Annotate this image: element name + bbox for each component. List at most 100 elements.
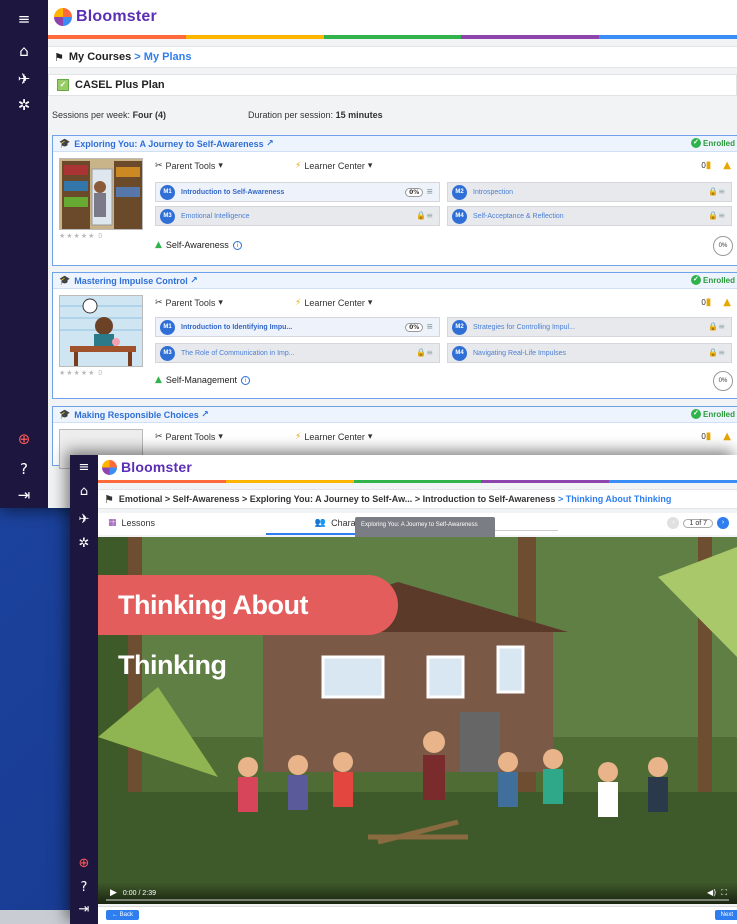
graduation-cap-icon: 🎓 (59, 409, 71, 420)
course-thumbnail (59, 158, 143, 230)
plans-window: ≡ ⌂ ✈ ✲ ⊕ ? ⇥ Bloomster ⚑ My Courses > M… (0, 0, 737, 508)
page-indicator: 1 of 7 (683, 518, 713, 528)
video-controls: ▶ 0:00 / 2:39 ◀) ⛶ (98, 882, 737, 904)
module-item[interactable]: M3 Emotional Intelligence 🔒≡ (155, 206, 440, 226)
color-strip (98, 480, 737, 483)
logo-icon (102, 459, 117, 475)
fullscreen-icon[interactable]: ⛶ (721, 888, 727, 897)
tools-icon: ✂ (155, 160, 163, 171)
upgrade-icon[interactable]: ⊕ (0, 430, 48, 448)
color-strip (48, 35, 737, 39)
menu-icon[interactable]: ≡ (70, 459, 98, 477)
course-title[interactable]: Exploring You: A Journey to Self-Awarene… (74, 139, 263, 149)
plan-header: ✓ CASEL Plus Plan (48, 74, 737, 96)
next-page-button[interactable]: › (717, 517, 729, 529)
rocket-icon[interactable]: ✈ (0, 70, 48, 88)
course-title[interactable]: Making Responsible Choices (74, 410, 199, 420)
enrolled-badge: ✓ Enrolled (690, 138, 735, 148)
info-icon[interactable]: i (232, 240, 242, 250)
course-title[interactable]: Mastering Impulse Control (74, 276, 188, 286)
module-item[interactable]: M2 Introspection 🔒≡ (447, 182, 732, 202)
check-icon: ✓ (690, 275, 701, 285)
check-icon: ✓ (690, 409, 701, 419)
badge-count[interactable]: 0▮ (701, 297, 711, 308)
lesson-nav: ← Back Next (98, 906, 737, 924)
module-item[interactable]: M1 Introduction to Self-Awareness 0% ≡ (155, 182, 440, 202)
top-bar: Bloomster (48, 0, 737, 38)
help-icon[interactable]: ? (0, 460, 48, 478)
award-icon[interactable]: ▲ (723, 297, 731, 308)
tools-icon: ✂ (155, 431, 163, 442)
back-button[interactable]: ← Back (106, 910, 140, 920)
parent-tools-menu[interactable]: ✂ Parent Tools ▾ (155, 431, 223, 442)
app-logo[interactable]: Bloomster (102, 459, 192, 475)
menu-icon[interactable]: ≡ (0, 10, 48, 28)
prev-page-button[interactable]: ‹ (667, 517, 680, 529)
module-item[interactable]: M1 Introduction to Identifying Impu... 0% ≡ (155, 317, 440, 337)
module-item[interactable]: M3 The Role of Communication in Imp... 🔒≡ (155, 343, 440, 363)
tools-icon: ✂ (155, 297, 163, 308)
breadcrumb-item[interactable]: Self-Awareness (173, 494, 240, 504)
next-button[interactable]: Next (714, 910, 737, 920)
award-icon[interactable]: ▲ (723, 160, 731, 171)
logout-icon[interactable]: ⇥ (70, 901, 98, 919)
home-icon[interactable]: ⌂ (0, 42, 48, 60)
module-item[interactable]: M4 Navigating Real-Life Impulses 🔒≡ (447, 343, 732, 363)
video-progress-bar[interactable] (106, 899, 729, 901)
rating-stars[interactable]: ★★★★★ 0 (59, 369, 103, 377)
lock-icon: 🔒≡ (708, 348, 725, 357)
video-player[interactable]: Thinking About Thinking ▶ 0:00 / 2:39 ◀)… (98, 537, 737, 904)
rocket-icon[interactable]: ✈ (70, 511, 98, 529)
learner-center-menu[interactable]: ⚡ Learner Center ▾ (295, 431, 372, 442)
external-link-icon[interactable]: ↗ (266, 139, 274, 149)
volume-icon[interactable]: ◀) (707, 888, 716, 897)
award-icon[interactable]: ▲ (723, 431, 731, 442)
duration-per-session: Duration per session: 15 minutes (248, 110, 383, 120)
parent-tools-menu[interactable]: ✂ Parent Tools ▾ (155, 297, 223, 308)
learner-center-menu[interactable]: ⚡ Learner Center ▾ (295, 160, 372, 171)
list-icon[interactable]: ≡ (426, 187, 433, 196)
breadcrumb-item[interactable]: Introduction to Self-Awareness (423, 494, 556, 504)
help-icon[interactable]: ? (70, 879, 98, 897)
list-icon[interactable]: ≡ (426, 322, 433, 331)
network-icon[interactable]: ✲ (0, 96, 48, 114)
course-stats: 0▮ ▲ (701, 160, 731, 171)
module-item[interactable]: M2 Strategies for Controlling Impul... 🔒≡ (447, 317, 732, 337)
app-logo[interactable]: Bloomster (54, 8, 157, 26)
sidebar: ≡ ⌂ ✈ ✲ ⊕ ? ⇥ (70, 455, 98, 924)
home-icon[interactable]: ⌂ (70, 483, 98, 501)
breadcrumb: ⚑ Emotional > Self-Awareness > Exploring… (98, 489, 737, 509)
info-icon[interactable]: i (240, 375, 250, 385)
parent-tools-menu[interactable]: ✂ Parent Tools ▾ (155, 160, 223, 171)
rating-stars[interactable]: ★★★★★ 0 (59, 232, 103, 240)
lock-icon: 🔒≡ (708, 211, 725, 220)
growth-icon: ▲ (155, 375, 162, 385)
progress-circle: 0% (713, 236, 733, 256)
course-stats: 0▮ ▲ (701, 297, 731, 308)
tab-lessons[interactable]: ▦ Lessons (98, 513, 266, 535)
check-icon: ✓ (690, 138, 701, 148)
logout-icon[interactable]: ⇥ (0, 486, 48, 504)
play-icon[interactable]: ▶ (110, 888, 117, 898)
learner-center-menu[interactable]: ⚡ Learner Center ▾ (295, 297, 372, 308)
breadcrumb: ⚑ My Courses > My Plans (48, 46, 737, 68)
lightning-icon: ⚡ (295, 431, 302, 442)
badge-count[interactable]: 0▮ (701, 160, 711, 171)
flag-icon: ⚑ (54, 50, 64, 64)
enrolled-badge: ✓ Enrolled (690, 275, 735, 285)
network-icon[interactable]: ✲ (70, 535, 98, 553)
lesson-tabs: ▦ Lessons 👥 Characters Exploring You: A Jo… (98, 513, 737, 543)
breadcrumb-item[interactable]: Exploring You: A Journey to Self-Aw... (250, 494, 413, 504)
breadcrumb-item[interactable]: Emotional (119, 494, 163, 504)
sidebar: ≡ ⌂ ✈ ✲ ⊕ ? ⇥ (0, 0, 48, 508)
external-link-icon[interactable]: ↗ (201, 410, 209, 420)
course-card: 🎓 Exploring You: A Journey to Self-Aware… (52, 135, 737, 266)
module-item[interactable]: M4 Self-Acceptance & Reflection 🔒≡ (447, 206, 732, 226)
logo-icon (54, 8, 72, 26)
lock-icon: 🔒≡ (708, 322, 725, 331)
badge-count[interactable]: 0▮ (701, 431, 711, 442)
breadcrumb-my-courses[interactable]: My Courses (69, 51, 131, 63)
external-link-icon[interactable]: ↗ (190, 276, 198, 286)
upgrade-icon[interactable]: ⊕ (70, 855, 98, 873)
breadcrumb-my-plans[interactable]: My Plans (144, 51, 192, 63)
